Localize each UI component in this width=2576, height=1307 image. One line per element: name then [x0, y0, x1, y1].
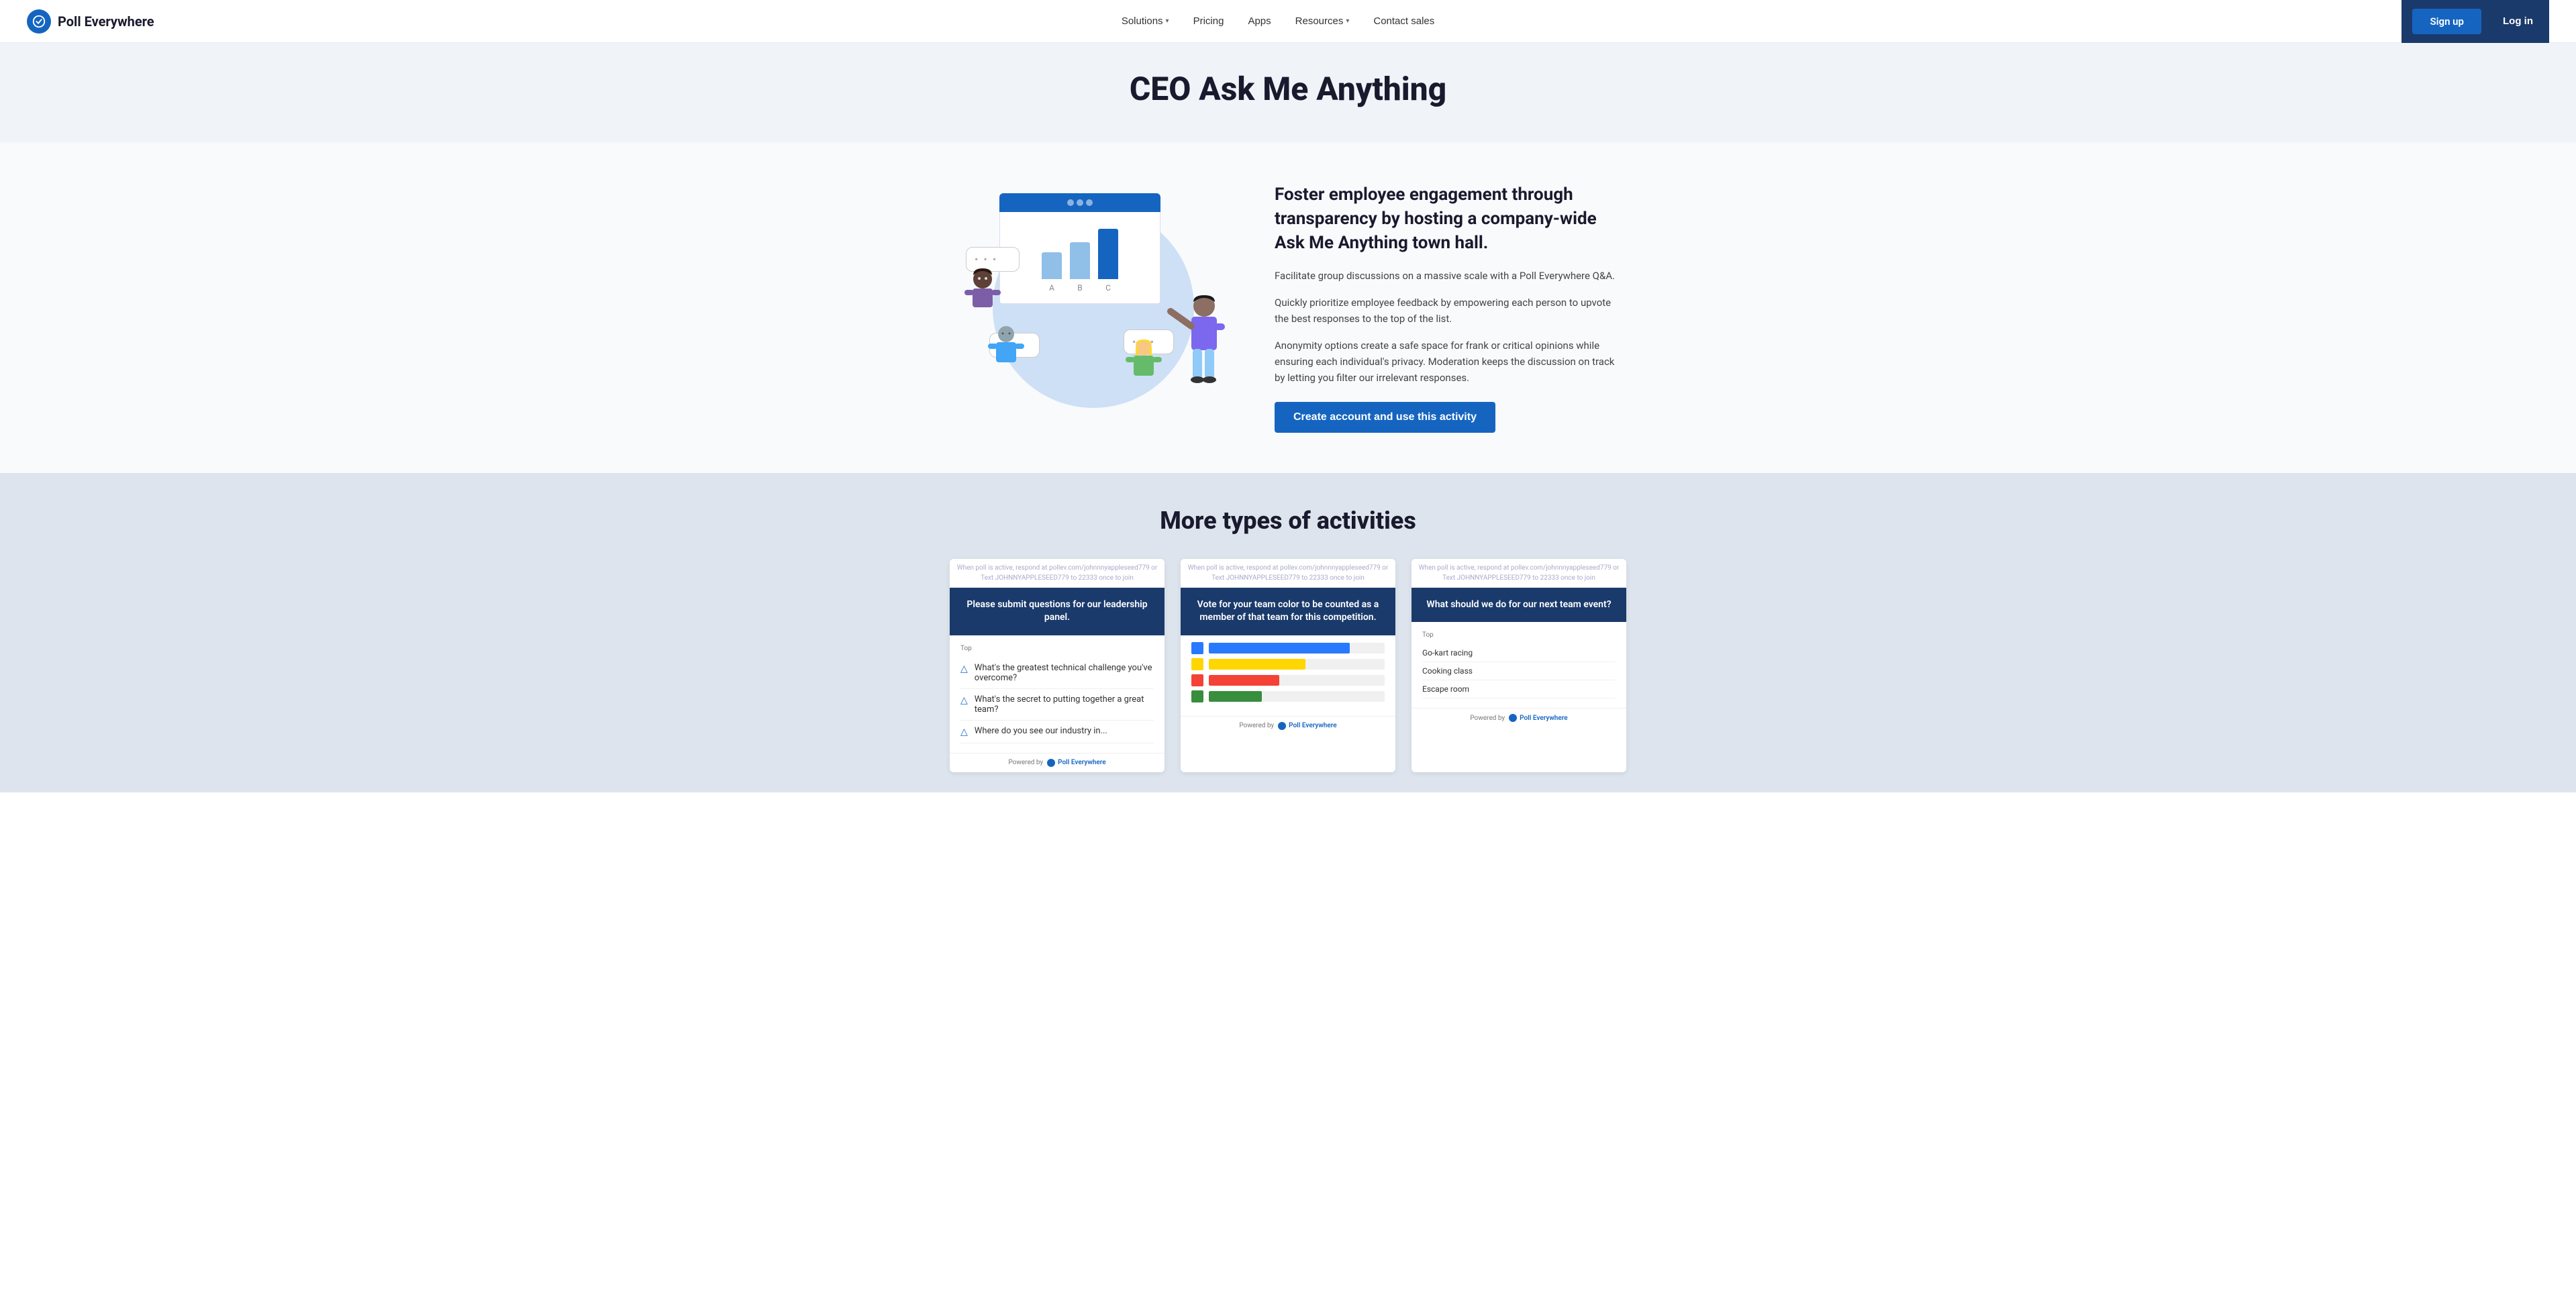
list-item: Escape room [1422, 680, 1616, 698]
list-item: Cooking class [1422, 662, 1616, 680]
list-item [1191, 674, 1385, 686]
upvote-icon: △ [960, 727, 968, 737]
bar-b [1070, 242, 1090, 279]
more-activities-section: More types of activities When poll is ac… [0, 473, 2576, 792]
card-subheader-3: When poll is active, respond at pollev.c… [1411, 559, 1626, 588]
bar-fill [1209, 659, 1305, 670]
color-swatch-green [1191, 690, 1203, 702]
nav-pricing[interactable]: Pricing [1184, 10, 1234, 32]
color-swatch-yellow [1191, 658, 1203, 670]
content-section: • • • [0, 142, 2576, 473]
list-item [1191, 658, 1385, 670]
pe-logo: Poll Everywhere [1509, 714, 1567, 722]
chart-bars [1011, 225, 1149, 279]
pe-logo: Poll Everywhere [1047, 759, 1105, 767]
description-para-1: Facilitate group discussions on a massiv… [1275, 268, 1624, 284]
card-header-1: Please submit questions for our leadersh… [950, 588, 1165, 635]
pe-logo-icon [1509, 714, 1517, 722]
description-heading: Foster employee engagement through trans… [1275, 182, 1624, 256]
person-figure-1 [959, 267, 1006, 323]
list-item: Go-kart racing [1422, 644, 1616, 662]
top-label-1: Top [960, 645, 1154, 652]
pe-logo: Poll Everywhere [1278, 722, 1336, 730]
hero-section: CEO Ask Me Anything [0, 43, 2576, 142]
activity-card-responses: When poll is active, respond at pollev.c… [1411, 559, 1626, 772]
pe-logo-icon [1278, 722, 1286, 730]
card-body-3: Top Go-kart racing Cooking class Escape … [1411, 622, 1626, 708]
illustration-screen: A B C [999, 193, 1160, 304]
bar-c [1098, 229, 1118, 279]
bar-track [1209, 691, 1385, 702]
logo-link[interactable]: Poll Everywhere [27, 9, 154, 34]
illustration: • • • [952, 193, 1234, 421]
bar-fill [1209, 643, 1350, 654]
person-figure-4 [1124, 338, 1164, 395]
pe-logo-icon [1047, 759, 1055, 767]
color-swatch-blue [1191, 642, 1203, 654]
card-footer-1: Powered by Poll Everywhere [950, 753, 1165, 772]
nav-apps[interactable]: Apps [1238, 10, 1280, 32]
activity-cards-row: When poll is active, respond at pollev.c… [40, 559, 2536, 772]
card-header-2: Vote for your team color to be counted a… [1181, 588, 1395, 635]
top-label-3: Top [1422, 631, 1616, 639]
chevron-down-icon: ▾ [1346, 17, 1349, 25]
upvote-icon: △ [960, 664, 968, 674]
activity-card-poll: When poll is active, respond at pollev.c… [1181, 559, 1395, 772]
nav-contact[interactable]: Contact sales [1364, 10, 1444, 32]
nav-resources[interactable]: Resources ▾ [1286, 10, 1359, 32]
description-area: Foster employee engagement through trans… [1275, 182, 1624, 433]
nav-links: Solutions ▾ Pricing Apps Resources ▾ Con… [1112, 10, 1444, 32]
logo-text: Poll Everywhere [58, 13, 154, 30]
chevron-down-icon: ▾ [1166, 17, 1169, 25]
color-swatch-red [1191, 674, 1203, 686]
person-figure-2 [1167, 291, 1228, 401]
login-button[interactable]: Log in [2487, 0, 2549, 43]
card-footer-2: Powered by Poll Everywhere [1181, 716, 1395, 735]
card-footer-3: Powered by Poll Everywhere [1411, 708, 1626, 727]
bar-a [1042, 252, 1062, 279]
bar-track [1209, 643, 1385, 654]
logo-icon [27, 9, 51, 34]
nav-auth-area: Sign up Log in [2401, 0, 2549, 43]
nav-solutions[interactable]: Solutions ▾ [1112, 10, 1179, 32]
list-item: △ What's the secret to putting together … [960, 689, 1154, 721]
card-subheader-2: When poll is active, respond at pollev.c… [1181, 559, 1395, 588]
card-body-1: Top △ What's the greatest technical chal… [950, 635, 1165, 753]
page-title: CEO Ask Me Anything [40, 70, 2536, 109]
signup-button[interactable]: Sign up [2412, 9, 2481, 34]
list-item [1191, 642, 1385, 654]
activity-card-qa: When poll is active, respond at pollev.c… [950, 559, 1165, 772]
description-para-3: Anonymity options create a safe space fo… [1275, 337, 1624, 386]
bar-track [1209, 675, 1385, 686]
card-body-2 [1181, 635, 1395, 716]
upvote-icon: △ [960, 695, 968, 706]
bar-track [1209, 659, 1385, 670]
list-item [1191, 690, 1385, 702]
list-item: △ What's the greatest technical challeng… [960, 658, 1154, 689]
description-para-2: Quickly prioritize employee feedback by … [1275, 295, 1624, 327]
person-figure-3 [986, 325, 1026, 381]
bar-fill [1209, 691, 1262, 702]
bar-fill [1209, 675, 1279, 686]
card-subheader-1: When poll is active, respond at pollev.c… [950, 559, 1165, 588]
list-item: △ Where do you see our industry in... [960, 721, 1154, 743]
color-bars [1191, 642, 1385, 702]
more-activities-title: More types of activities [40, 507, 2536, 535]
navbar: Poll Everywhere Solutions ▾ Pricing Apps… [0, 0, 2576, 43]
card-header-3: What should we do for our next team even… [1411, 588, 1626, 623]
cta-button[interactable]: Create account and use this activity [1275, 402, 1495, 433]
